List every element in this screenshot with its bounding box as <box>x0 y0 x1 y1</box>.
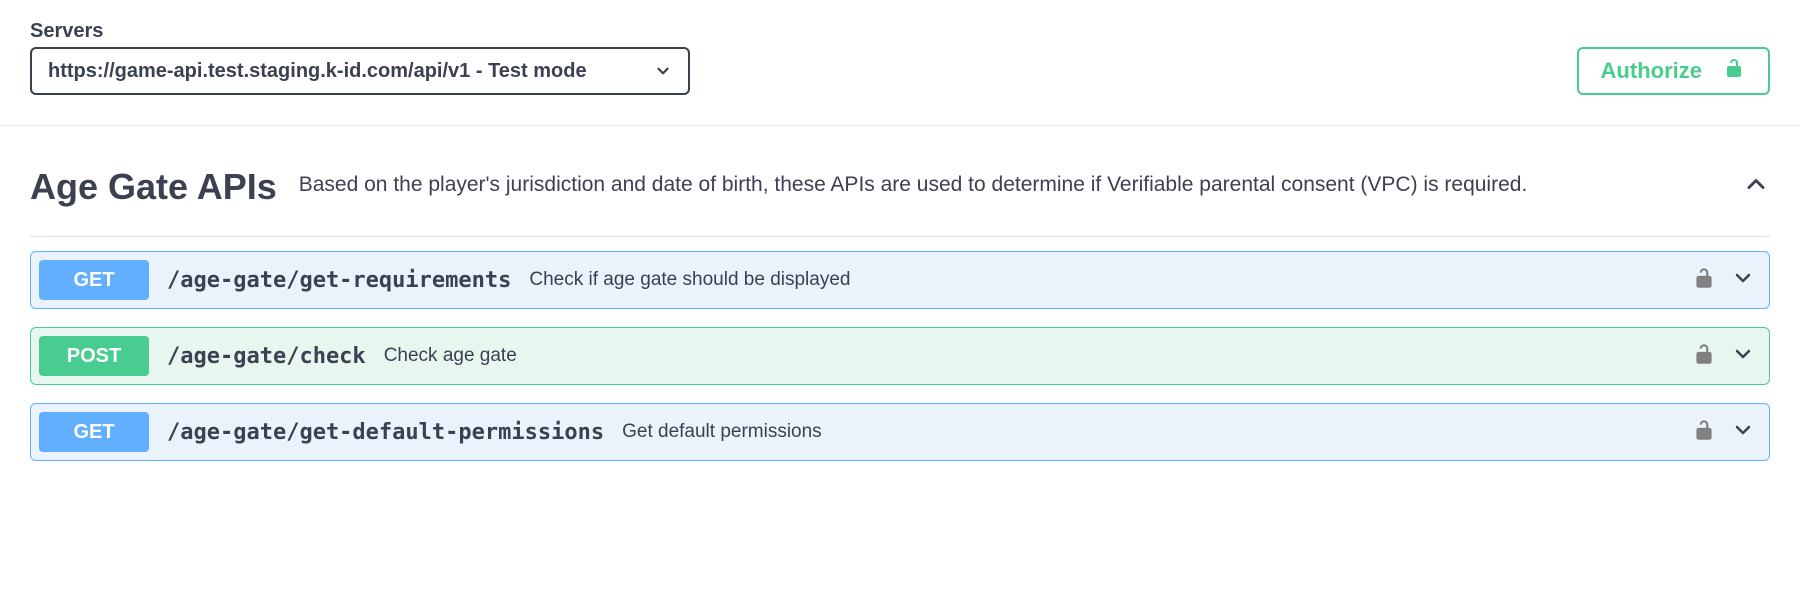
unlock-icon[interactable] <box>1691 341 1717 372</box>
endpoint-actions <box>1691 417 1755 448</box>
endpoint-actions <box>1691 265 1755 296</box>
chevron-down-icon[interactable] <box>1731 342 1755 371</box>
section-description: Based on the player's jurisdiction and d… <box>299 166 1720 199</box>
endpoint-summary: Get default permissions <box>622 421 1691 443</box>
method-badge: GET <box>39 260 149 300</box>
server-select-value: https://game-api.test.staging.k-id.com/a… <box>48 60 654 83</box>
endpoints-list: GET /age-gate/get-requirements Check if … <box>30 251 1770 461</box>
method-badge: GET <box>39 412 149 452</box>
unlock-icon[interactable] <box>1691 417 1717 448</box>
unlock-icon <box>1722 56 1746 86</box>
section-header[interactable]: Age Gate APIs Based on the player's juri… <box>30 166 1770 237</box>
chevron-down-icon[interactable] <box>1731 266 1755 295</box>
servers-block: Servers https://game-api.test.staging.k-… <box>30 20 690 95</box>
top-bar: Servers https://game-api.test.staging.k-… <box>0 0 1800 126</box>
server-select[interactable]: https://game-api.test.staging.k-id.com/a… <box>30 47 690 95</box>
authorize-label: Authorize <box>1601 58 1702 84</box>
section-title: Age Gate APIs <box>30 166 277 208</box>
content-area: Age Gate APIs Based on the player's juri… <box>0 126 1800 491</box>
endpoint-path: /age-gate/check <box>167 344 366 369</box>
endpoint-row[interactable]: POST /age-gate/check Check age gate <box>30 327 1770 385</box>
unlock-icon[interactable] <box>1691 265 1717 296</box>
chevron-down-icon <box>654 62 672 80</box>
chevron-down-icon[interactable] <box>1731 418 1755 447</box>
authorize-button[interactable]: Authorize <box>1577 47 1770 95</box>
endpoint-path: /age-gate/get-default-permissions <box>167 420 604 445</box>
endpoint-actions <box>1691 341 1755 372</box>
endpoint-summary: Check age gate <box>384 345 1691 367</box>
endpoint-path: /age-gate/get-requirements <box>167 268 511 293</box>
chevron-up-icon[interactable] <box>1742 166 1770 203</box>
endpoint-row[interactable]: GET /age-gate/get-requirements Check if … <box>30 251 1770 309</box>
endpoint-summary: Check if age gate should be displayed <box>529 269 1691 291</box>
endpoint-row[interactable]: GET /age-gate/get-default-permissions Ge… <box>30 403 1770 461</box>
method-badge: POST <box>39 336 149 376</box>
servers-label: Servers <box>30 20 690 43</box>
